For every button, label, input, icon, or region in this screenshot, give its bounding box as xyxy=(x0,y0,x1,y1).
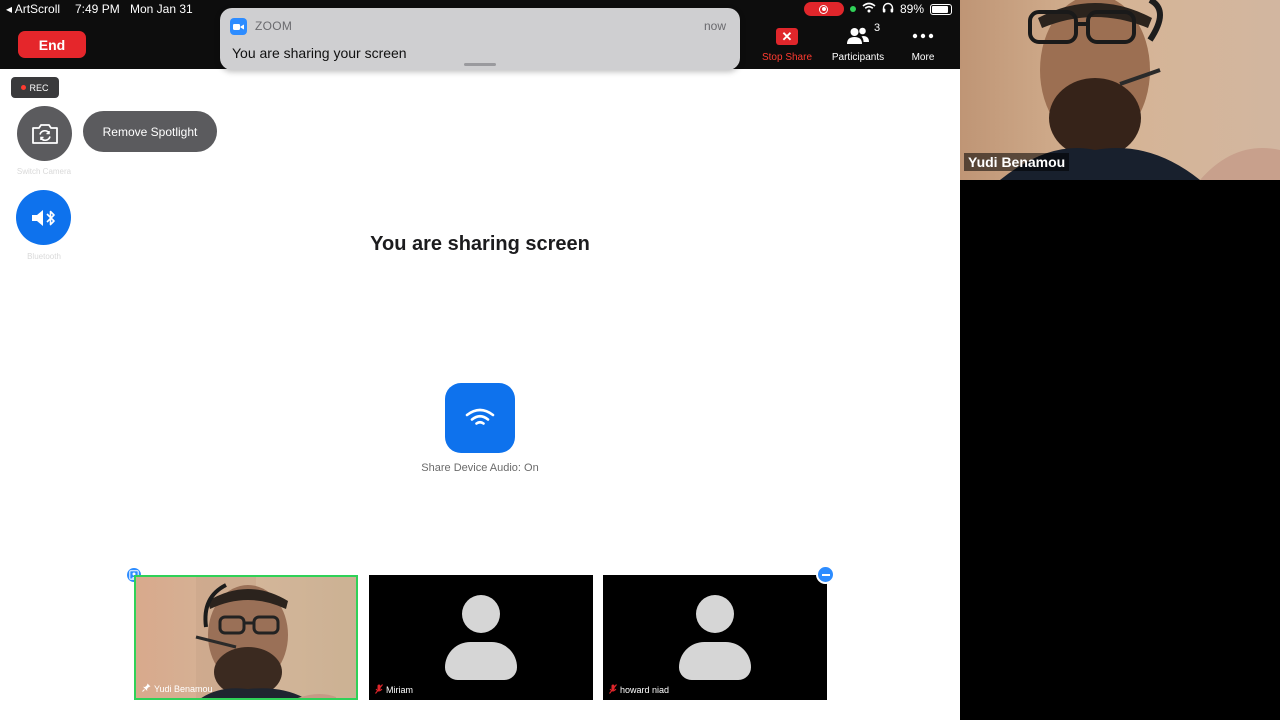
camera-in-use-icon xyxy=(849,6,856,12)
notification-app-name: ZOOM xyxy=(255,19,293,33)
participant-name-text: Yudi Benamou xyxy=(154,683,213,694)
video-tile-howard[interactable]: howard niad xyxy=(603,575,827,700)
headphones-icon xyxy=(882,2,894,16)
video-tile-yudi[interactable]: Yudi Benamou xyxy=(134,575,358,700)
participant-name: Yudi Benamou xyxy=(142,683,213,694)
more-label: More xyxy=(911,52,935,63)
battery-icon xyxy=(930,3,952,15)
close-icon: ✕ xyxy=(776,27,798,45)
avatar xyxy=(462,595,500,633)
status-time: 7:49 PM xyxy=(75,2,120,16)
speaker-bluetooth-icon xyxy=(31,209,55,226)
camera-switch-icon xyxy=(31,123,58,144)
participants-button[interactable]: 3 Participants xyxy=(826,22,890,63)
minus-icon xyxy=(821,573,830,576)
participants-count: 3 xyxy=(874,22,881,34)
recording-label: REC xyxy=(29,82,49,93)
zoom-ipad-app: ◂ ArtScroll 7:49 PM Mon Jan 31 89% End ✕… xyxy=(0,0,960,720)
status-date: Mon Jan 31 xyxy=(130,2,193,16)
notification-grabber[interactable] xyxy=(464,63,496,66)
mic-muted-icon xyxy=(375,684,383,696)
sharing-status-title: You are sharing screen xyxy=(370,233,590,255)
pin-icon xyxy=(142,683,151,694)
more-button[interactable]: More xyxy=(902,24,944,63)
status-indicators: 89% xyxy=(803,2,952,16)
participants-icon xyxy=(826,24,890,48)
wifi-broadcast-icon xyxy=(465,408,495,425)
notification-message: You are sharing your screen xyxy=(232,45,407,61)
participant-name: howard niad xyxy=(609,684,669,696)
minimize-thumbnails-button[interactable] xyxy=(816,565,835,584)
switch-camera-button[interactable] xyxy=(17,106,72,161)
participant-name-text: Miriam xyxy=(386,685,413,695)
switch-camera-label: Switch Camera xyxy=(16,167,72,176)
wifi-icon xyxy=(862,2,876,16)
avatar-body xyxy=(445,642,517,680)
back-to-app-link[interactable]: ◂ ArtScroll xyxy=(6,2,60,16)
notification-time: now xyxy=(703,19,726,33)
participant-name-text: howard niad xyxy=(620,685,670,695)
share-device-audio-label: Share Device Audio: On xyxy=(421,462,539,474)
stop-share-label: Stop Share xyxy=(761,52,813,63)
share-device-audio-button[interactable] xyxy=(445,383,515,453)
zoom-app-icon xyxy=(230,18,247,35)
mic-muted-icon xyxy=(609,684,617,696)
battery-percent: 89% xyxy=(899,2,924,16)
more-dots-icon xyxy=(902,24,944,48)
end-meeting-button[interactable]: End xyxy=(18,31,86,58)
participants-label: Participants xyxy=(831,52,885,63)
video-tile-miriam[interactable]: Miriam xyxy=(369,575,593,700)
screen-recording-icon[interactable] xyxy=(803,2,844,16)
avatar xyxy=(696,595,734,633)
participant-name: Miriam xyxy=(375,684,413,696)
screen: ◂ ArtScroll 7:49 PM Mon Jan 31 89% End ✕… xyxy=(0,0,1280,720)
stop-share-button[interactable]: ✕ Stop Share xyxy=(758,24,816,63)
screen-share-notification[interactable]: ZOOM now You are sharing your screen xyxy=(220,8,740,70)
webcam-name-label: Yudi Benamou xyxy=(964,153,1070,171)
remove-spotlight-button[interactable]: Remove Spotlight xyxy=(83,111,217,152)
participant-video xyxy=(136,577,356,698)
record-dot-icon xyxy=(21,85,27,90)
recording-badge: REC xyxy=(11,77,59,98)
avatar-body xyxy=(679,642,751,680)
